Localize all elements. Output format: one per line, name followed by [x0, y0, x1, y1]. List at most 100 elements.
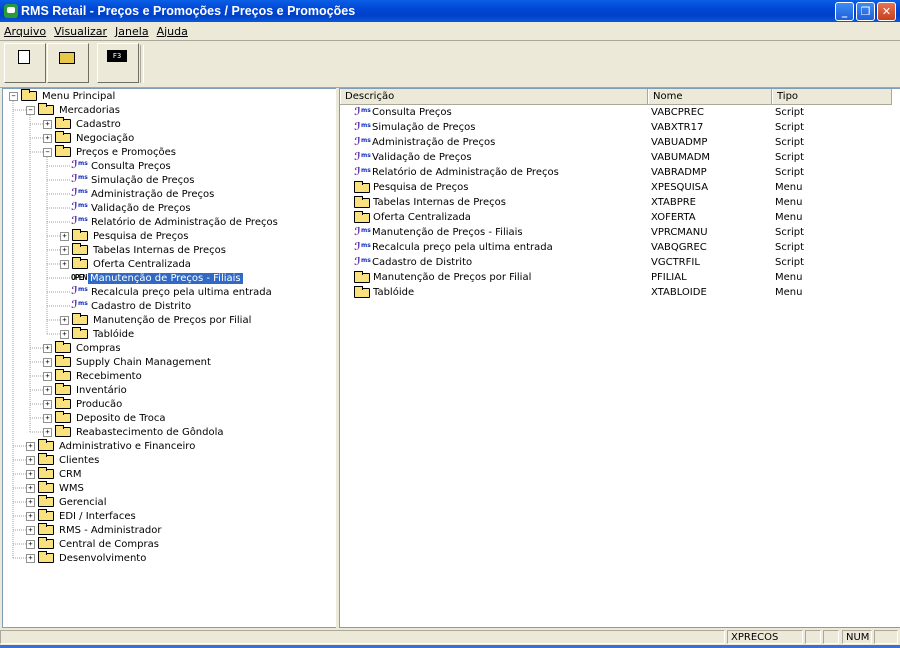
tree-item-label[interactable]: Supply Chain Management: [74, 357, 213, 368]
tree-item[interactable]: + Tabelas Internas de Preços: [60, 243, 228, 257]
expand-icon[interactable]: +: [43, 119, 52, 129]
tree-item-label[interactable]: Central de Compras: [57, 539, 161, 550]
list-row[interactable]: Oferta Centralizada XOFERTA Menu: [340, 210, 895, 225]
tree-item[interactable]: + Deposito de Troca: [43, 411, 167, 425]
tree-item-label[interactable]: Reabastecimento de Gôndola: [74, 427, 226, 438]
tree-item-label[interactable]: Negociação: [74, 133, 136, 144]
tree-item[interactable]: − Menu Principal: [9, 89, 117, 103]
menu-arquivo[interactable]: Arquivo: [0, 25, 50, 38]
expand-icon[interactable]: +: [43, 371, 52, 381]
expand-icon[interactable]: +: [43, 413, 52, 423]
expand-icon[interactable]: +: [60, 329, 69, 339]
item-list[interactable]: Descrição Nome Tipo Consulta Preços VABCP…: [339, 88, 900, 628]
tree-item-label[interactable]: Mercadorias: [57, 105, 122, 116]
tree-item[interactable]: + Recebimento: [43, 369, 144, 383]
collapse-icon[interactable]: −: [9, 91, 18, 101]
tree-item[interactable]: Validação de Preços: [60, 200, 193, 215]
tree-item[interactable]: + Administrativo e Financeiro: [26, 439, 197, 453]
collapse-icon[interactable]: −: [26, 105, 35, 115]
list-row[interactable]: Simulação de Preços VABXTR17 Script: [340, 120, 895, 135]
tree-item[interactable]: + Producão: [43, 397, 124, 411]
tree-item[interactable]: + Central de Compras: [26, 537, 161, 551]
expand-icon[interactable]: +: [43, 427, 52, 437]
new-button[interactable]: [4, 43, 46, 83]
column-tipo[interactable]: Tipo: [772, 89, 892, 104]
expand-icon[interactable]: +: [26, 497, 35, 507]
column-descricao[interactable]: Descrição: [340, 89, 648, 104]
menu-janela[interactable]: Janela: [111, 25, 153, 38]
tree-item[interactable]: Recalcula preço pela ultima entrada: [60, 284, 274, 299]
list-row[interactable]: Tablóide XTABLOIDE Menu: [340, 285, 895, 300]
expand-icon[interactable]: +: [26, 455, 35, 465]
tree-item[interactable]: Administração de Preços: [60, 186, 216, 201]
maximize-button[interactable]: ❐: [856, 2, 875, 21]
list-row[interactable]: Manutenção de Preços - Filiais VPRCMANU Sc…: [340, 225, 895, 240]
tree-item[interactable]: + Compras: [43, 341, 123, 355]
expand-icon[interactable]: +: [43, 385, 52, 395]
tree-item-label[interactable]: Manutenção de Preços - Filiais: [87, 271, 244, 285]
column-nome[interactable]: Nome: [648, 89, 772, 104]
tree-item-label[interactable]: Manutenção de Preços por Filial: [91, 315, 253, 326]
tree-item[interactable]: + RMS - Administrador: [26, 523, 164, 537]
tree-item[interactable]: − Preços e Promoções: [43, 145, 178, 159]
expand-icon[interactable]: +: [26, 469, 35, 479]
tree-item-label[interactable]: EDI / Interfaces: [57, 511, 138, 522]
tree-item[interactable]: Simulação de Preços: [60, 172, 196, 187]
tree-item[interactable]: + Desenvolvimento: [26, 551, 148, 565]
tree-item[interactable]: + Pesquisa de Preços: [60, 229, 190, 243]
tree-item-label[interactable]: Producão: [74, 399, 124, 410]
tree-item[interactable]: Cadastro de Distrito: [60, 298, 193, 313]
expand-icon[interactable]: +: [43, 343, 52, 353]
minimize-button[interactable]: _: [835, 2, 854, 21]
tree-item-label[interactable]: RMS - Administrador: [57, 525, 164, 536]
expand-icon[interactable]: +: [26, 483, 35, 493]
tree-item[interactable]: Consulta Preços: [60, 158, 173, 173]
tree-item-label[interactable]: Validação de Preços: [89, 203, 193, 214]
close-button[interactable]: ✕: [877, 2, 896, 21]
list-row[interactable]: Relatório de Administração de Preços VABR…: [340, 165, 895, 180]
menu-visualizar[interactable]: Visualizar: [50, 25, 111, 38]
tree-item[interactable]: Relatório de Administração de Preços: [60, 214, 280, 229]
tree-item[interactable]: + EDI / Interfaces: [26, 509, 138, 523]
expand-icon[interactable]: +: [26, 539, 35, 549]
tree-item-label[interactable]: Oferta Centralizada: [91, 259, 193, 270]
expand-icon[interactable]: +: [26, 441, 35, 451]
expand-icon[interactable]: +: [43, 133, 52, 143]
tree-item-label[interactable]: Compras: [74, 343, 123, 354]
menu-ajuda[interactable]: Ajuda: [153, 25, 192, 38]
tree-item[interactable]: + Manutenção de Preços por Filial: [60, 313, 253, 327]
collapse-icon[interactable]: −: [43, 147, 52, 157]
tree-item-label[interactable]: Relatório de Administração de Preços: [89, 217, 280, 228]
tree-item-label[interactable]: Desenvolvimento: [57, 553, 148, 564]
f3-button[interactable]: F3: [97, 43, 139, 83]
list-row[interactable]: Consulta Preços VABCPREC Script: [340, 105, 895, 120]
tree-item[interactable]: + Reabastecimento de Gôndola: [43, 425, 226, 439]
list-row[interactable]: Pesquisa de Preços XPESQUISA Menu: [340, 180, 895, 195]
tree-item[interactable]: + Inventário: [43, 383, 129, 397]
expand-icon[interactable]: +: [60, 231, 69, 241]
tree-item-label[interactable]: WMS: [57, 483, 86, 494]
tree-item-label[interactable]: Clientes: [57, 455, 101, 466]
tree-item-label[interactable]: Administrativo e Financeiro: [57, 441, 197, 452]
tree-item-label[interactable]: Consulta Preços: [89, 161, 173, 172]
tree-item-label[interactable]: Simulação de Preços: [89, 175, 196, 186]
expand-icon[interactable]: +: [60, 245, 69, 255]
expand-icon[interactable]: +: [60, 315, 69, 325]
expand-icon[interactable]: +: [60, 259, 69, 269]
tree-item[interactable]: + Negociação: [43, 131, 136, 145]
list-row[interactable]: Manutenção de Preços por Filial PFILIAL Me…: [340, 270, 895, 285]
tree-item[interactable]: + Tablóide: [60, 327, 136, 341]
list-row[interactable]: Administração de Preços VABUADMP Script: [340, 135, 895, 150]
tree-item-label[interactable]: Cadastro de Distrito: [89, 301, 193, 312]
expand-icon[interactable]: +: [43, 357, 52, 367]
open-button[interactable]: [47, 43, 89, 83]
tree-item-label[interactable]: Menu Principal: [40, 91, 117, 102]
tree-item[interactable]: + Clientes: [26, 453, 101, 467]
tree-item-label[interactable]: Administração de Preços: [89, 189, 216, 200]
tree-item-label[interactable]: Recebimento: [74, 371, 144, 382]
tree-item-label[interactable]: CRM: [57, 469, 84, 480]
tree-item-label[interactable]: Pesquisa de Preços: [91, 231, 190, 242]
tree-item-label[interactable]: Inventário: [74, 385, 129, 396]
tree-item-label[interactable]: Deposito de Troca: [74, 413, 167, 424]
tree-item-label[interactable]: Preços e Promoções: [74, 147, 178, 158]
